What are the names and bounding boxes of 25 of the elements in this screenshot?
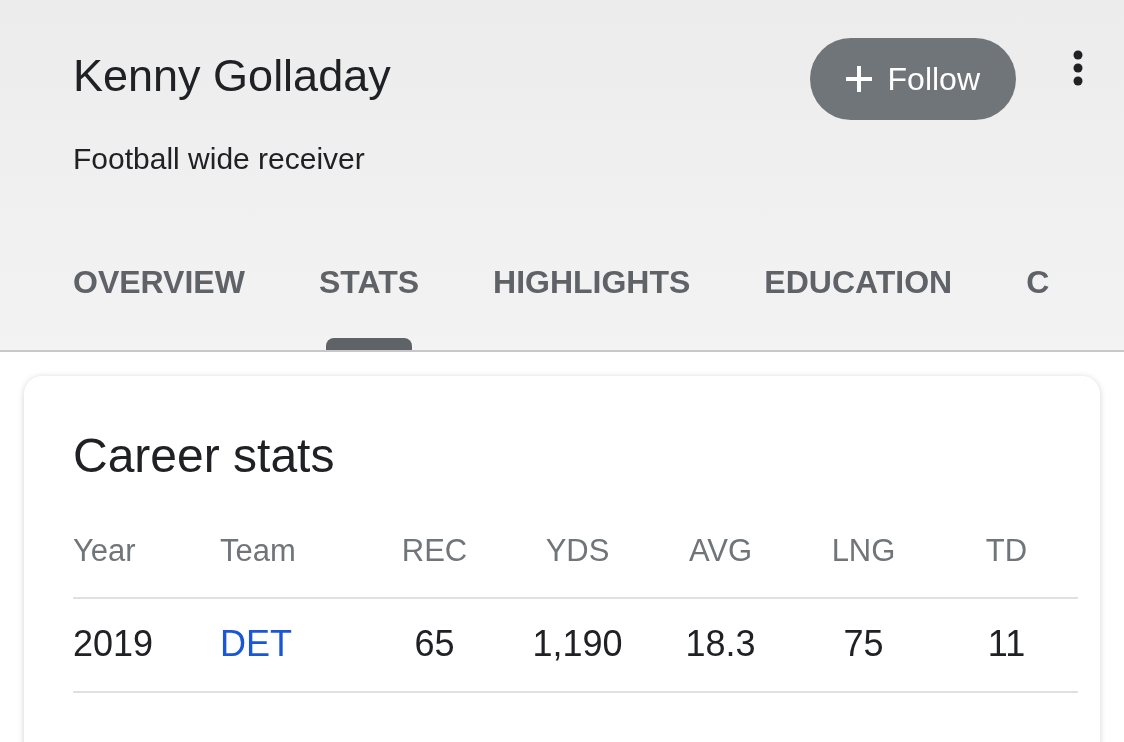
plus-icon xyxy=(843,64,874,94)
team-link[interactable]: DET xyxy=(220,623,292,664)
column-header: AVG xyxy=(688,533,753,568)
profile-name: Kenny Golladay xyxy=(73,50,391,102)
table-cell: 65 xyxy=(414,623,455,664)
column-header: LNG xyxy=(831,533,896,568)
table-cell: 75 xyxy=(843,623,884,664)
profile-subtitle: Football wide receiver xyxy=(73,142,365,176)
table-cell: 2019 xyxy=(73,623,154,664)
tab[interactable]: EDUCATION xyxy=(764,178,953,350)
column-header: Year xyxy=(73,533,136,568)
column-header: Team xyxy=(220,533,296,568)
more-options-icon[interactable] xyxy=(1072,50,1084,86)
table-cell: 1,190 xyxy=(532,623,623,664)
card-title: Career stats xyxy=(73,428,335,483)
column-header: REC xyxy=(401,533,468,568)
table-cell: 18.3 xyxy=(685,623,756,664)
column-header: YDS xyxy=(545,533,610,568)
tab[interactable]: C xyxy=(1026,178,1050,350)
column-header: TD xyxy=(985,533,1028,568)
tab[interactable]: OVERVIEW xyxy=(73,178,245,350)
table-cell: 11 xyxy=(987,623,1026,664)
tab[interactable]: STATS xyxy=(318,178,420,350)
follow-button[interactable]: Follow xyxy=(809,38,1016,120)
tab[interactable]: HIGHLIGHTS xyxy=(493,178,691,350)
